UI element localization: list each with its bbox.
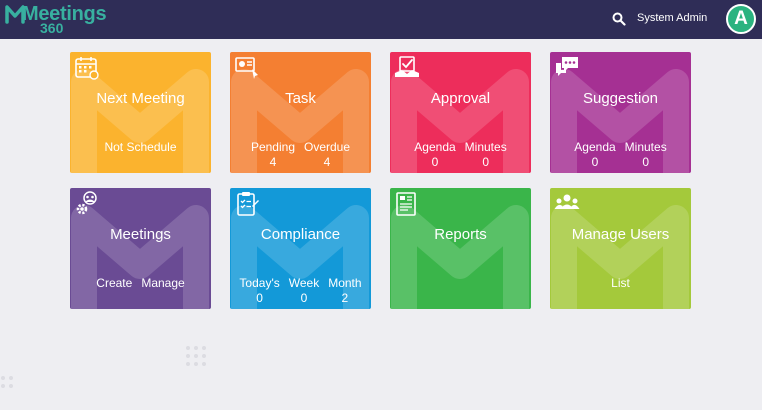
clipboard-checklist-icon xyxy=(237,192,259,216)
tile-title: Manage Users xyxy=(571,226,670,243)
stat-value: 0 xyxy=(431,155,439,169)
stat-value: 2 xyxy=(341,291,349,305)
meetings-actions: Create Manage xyxy=(70,276,211,290)
tile-title: Reports xyxy=(434,226,487,243)
stat-agenda[interactable]: Agenda 0 xyxy=(414,140,455,169)
compliance-stats: Today's 0 Week 0 Month 2 xyxy=(230,276,371,305)
tile-title: Suggestion xyxy=(582,90,659,107)
next-meeting-status: Not Schedule xyxy=(104,140,177,154)
stat-label: Week xyxy=(288,276,320,290)
tile-meetings[interactable]: Meetings Create Manage xyxy=(70,188,211,309)
top-bar: Meetings 360 System Admin A xyxy=(0,0,762,39)
tile-title: Approval xyxy=(430,90,491,107)
tile-title: Meetings xyxy=(110,226,171,243)
tile-title: Compliance xyxy=(260,226,341,243)
meeting-gear-icon xyxy=(76,191,97,215)
stat-month[interactable]: Month 2 xyxy=(328,276,361,305)
users-group-icon xyxy=(554,194,580,209)
tile-next-meeting[interactable]: Next Meeting Not Schedule xyxy=(70,52,211,173)
report-document-icon xyxy=(396,192,416,216)
background-dots-decoration xyxy=(1,376,13,388)
tile-suggestion[interactable]: Suggestion Agenda 0 Minutes 0 xyxy=(550,52,691,173)
tile-title: Next Meeting xyxy=(96,90,185,107)
stat-pending[interactable]: Pending 4 xyxy=(251,140,295,169)
list-link[interactable]: List xyxy=(550,276,691,290)
stat-label: Overdue xyxy=(304,140,351,154)
tile-task[interactable]: Task Pending 4 Overdue 4 xyxy=(230,52,371,173)
tile-compliance[interactable]: Compliance Today's 0 Week 0 Month 2 xyxy=(230,188,371,309)
stat-value: 0 xyxy=(591,155,599,169)
tile-approval[interactable]: Approval Agenda 0 Minutes 0 xyxy=(390,52,531,173)
stat-agenda[interactable]: Agenda 0 xyxy=(574,140,615,169)
stat-value: 4 xyxy=(323,155,331,169)
search-icon[interactable] xyxy=(612,12,626,26)
stat-value: 0 xyxy=(256,291,263,305)
stat-value: 0 xyxy=(300,291,308,305)
presentation-icon xyxy=(235,57,258,79)
stat-label: Pending xyxy=(250,140,295,154)
stat-label: Month xyxy=(328,276,362,290)
tile-manage-users[interactable]: Manage Users List xyxy=(550,188,691,309)
app-logo[interactable]: Meetings 360 xyxy=(5,1,115,37)
stat-value: 0 xyxy=(642,155,650,169)
task-stats: Pending 4 Overdue 4 xyxy=(230,140,371,169)
tile-title: Task xyxy=(285,90,316,107)
stat-label: Minutes xyxy=(464,140,507,154)
stat-today[interactable]: Today's 0 xyxy=(239,276,279,305)
stat-value: 4 xyxy=(269,155,277,169)
stat-overdue[interactable]: Overdue 4 xyxy=(304,140,350,169)
calendar-icon xyxy=(75,57,99,80)
stat-label: Agenda xyxy=(574,140,616,154)
stat-value: 0 xyxy=(482,155,490,169)
suggestion-stats: Agenda 0 Minutes 0 xyxy=(550,140,691,169)
user-name[interactable]: System Admin xyxy=(637,12,707,24)
approval-stats: Agenda 0 Minutes 0 xyxy=(390,140,531,169)
stat-label: Today's xyxy=(239,276,280,290)
logo-number: 360 xyxy=(40,20,64,36)
manage-link[interactable]: Manage xyxy=(141,276,184,290)
chat-bubbles-icon xyxy=(556,57,578,76)
approval-check-icon xyxy=(395,56,419,77)
create-link[interactable]: Create xyxy=(96,276,132,290)
tile-reports[interactable]: Reports xyxy=(390,188,531,309)
avatar[interactable]: A xyxy=(726,4,756,34)
stat-label: Agenda xyxy=(414,140,456,154)
stat-week[interactable]: Week 0 xyxy=(289,276,319,305)
stat-minutes[interactable]: Minutes 0 xyxy=(625,140,667,169)
logo-word: Meetings xyxy=(22,3,107,25)
stat-label: Minutes xyxy=(624,140,667,154)
stat-minutes[interactable]: Minutes 0 xyxy=(465,140,507,169)
background-dots-decoration xyxy=(186,346,206,366)
